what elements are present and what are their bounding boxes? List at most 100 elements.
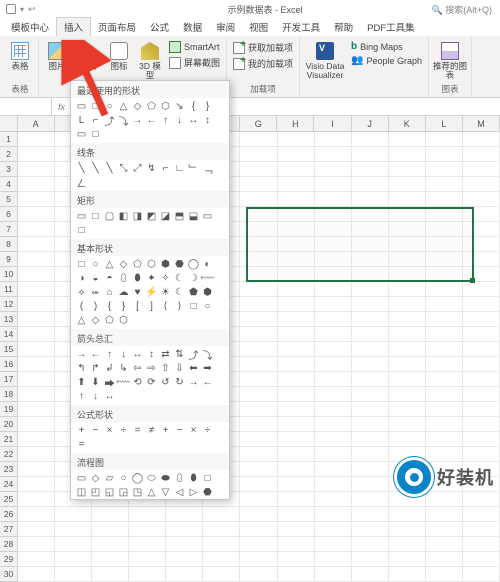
cell[interactable]: [18, 567, 55, 582]
shape-option[interactable]: ⟲: [131, 376, 144, 389]
shape-option[interactable]: ✦: [145, 272, 158, 285]
cell[interactable]: [203, 552, 240, 567]
cell[interactable]: [315, 327, 352, 342]
cell[interactable]: [463, 312, 500, 327]
cell[interactable]: [18, 297, 55, 312]
shape-option[interactable]: ◧: [117, 210, 130, 223]
shape-option[interactable]: ⇦: [131, 362, 144, 375]
shape-option[interactable]: ﹂: [187, 162, 200, 175]
search-hint[interactable]: 搜索(Alt+Q): [445, 5, 492, 15]
cell[interactable]: [315, 162, 352, 177]
shape-option[interactable]: ↑: [103, 348, 116, 361]
shape-option[interactable]: ⤡: [117, 162, 130, 175]
shape-option[interactable]: ⬭: [145, 472, 158, 485]
cell[interactable]: [278, 342, 315, 357]
shape-option[interactable]: ▱: [103, 472, 116, 485]
shape-option[interactable]: ▭: [75, 472, 88, 485]
search-icon[interactable]: 🔍: [432, 5, 443, 15]
cell[interactable]: [463, 177, 500, 192]
tab-1[interactable]: 插入: [56, 17, 91, 36]
row-header-1[interactable]: 1: [0, 132, 18, 147]
cell[interactable]: [240, 432, 277, 447]
cell[interactable]: [389, 147, 426, 162]
shape-option[interactable]: ←: [89, 348, 102, 361]
cell[interactable]: [389, 387, 426, 402]
shape-option[interactable]: ◑: [75, 272, 88, 285]
cell[interactable]: [278, 357, 315, 372]
cell[interactable]: [240, 537, 277, 552]
shape-option[interactable]: ◯: [187, 258, 200, 271]
cell[interactable]: [463, 342, 500, 357]
shape-option[interactable]: ⬯: [117, 272, 130, 285]
cell[interactable]: [426, 432, 463, 447]
cell[interactable]: [315, 342, 352, 357]
cell[interactable]: [352, 357, 389, 372]
cell[interactable]: [315, 147, 352, 162]
shape-option[interactable]: ⮕: [103, 376, 116, 389]
shape-option[interactable]: ◳: [131, 486, 144, 499]
cell[interactable]: [352, 372, 389, 387]
row-header-3[interactable]: 3: [0, 162, 18, 177]
cell[interactable]: [240, 162, 277, 177]
shape-option[interactable]: ◐: [201, 258, 214, 271]
shape-option[interactable]: ⟩: [173, 300, 186, 313]
cell[interactable]: [426, 372, 463, 387]
shape-option[interactable]: □: [75, 258, 88, 271]
row-header-9[interactable]: 9: [0, 252, 18, 267]
shape-option[interactable]: ◯: [131, 472, 144, 485]
shapes-dropdown-menu[interactable]: 最近使用的形状▭□○△◇⬠⬡↘{}L⌐⤴⤵→←↑↓↔↕▭□线条╲╲╲⤡⤢↯⌐∟﹂…: [70, 80, 230, 500]
row-header-11[interactable]: 11: [0, 282, 18, 297]
shape-option[interactable]: ↓: [173, 114, 186, 127]
cell[interactable]: [352, 297, 389, 312]
cell[interactable]: [240, 447, 277, 462]
cell[interactable]: [55, 552, 92, 567]
cell[interactable]: [278, 552, 315, 567]
cell[interactable]: [463, 297, 500, 312]
shape-option[interactable]: ▷: [187, 486, 200, 499]
row-header-23[interactable]: 23: [0, 462, 18, 477]
cell[interactable]: [240, 552, 277, 567]
cell[interactable]: [352, 402, 389, 417]
cell[interactable]: [315, 297, 352, 312]
recommended-charts-button[interactable]: 推荐的图表: [433, 40, 467, 81]
shape-option[interactable]: ↓: [89, 390, 102, 403]
cell[interactable]: [463, 372, 500, 387]
shape-option[interactable]: ▢: [103, 210, 116, 223]
shape-option[interactable]: ↓: [117, 348, 130, 361]
shape-option[interactable]: ≠: [145, 424, 158, 437]
cell[interactable]: [278, 432, 315, 447]
cell[interactable]: [18, 372, 55, 387]
cell[interactable]: [278, 192, 315, 207]
cell[interactable]: [426, 162, 463, 177]
cell[interactable]: [166, 567, 203, 582]
row-header-22[interactable]: 22: [0, 447, 18, 462]
row-header-12[interactable]: 12: [0, 297, 18, 312]
shape-option[interactable]: ⬣: [173, 258, 186, 271]
shape-option[interactable]: ↘: [173, 100, 186, 113]
cell[interactable]: [129, 552, 166, 567]
cell[interactable]: [203, 507, 240, 522]
shape-option[interactable]: −: [89, 424, 102, 437]
cell[interactable]: [352, 132, 389, 147]
cell[interactable]: [240, 387, 277, 402]
shape-option[interactable]: ○: [201, 300, 214, 313]
shape-option[interactable]: L: [75, 114, 88, 127]
cell[interactable]: [389, 522, 426, 537]
row-header-17[interactable]: 17: [0, 372, 18, 387]
shape-option[interactable]: □: [187, 300, 200, 313]
shape-option[interactable]: −: [173, 424, 186, 437]
shape-option[interactable]: ○: [117, 472, 130, 485]
qat-undo-icon[interactable]: ↩: [28, 4, 36, 15]
cell[interactable]: [426, 282, 463, 297]
cell[interactable]: [278, 417, 315, 432]
cell[interactable]: [352, 507, 389, 522]
shape-option[interactable]: ⬣: [201, 486, 214, 499]
cell[interactable]: [463, 402, 500, 417]
cell[interactable]: [315, 507, 352, 522]
pictures-button[interactable]: 图片: [43, 40, 71, 71]
shape-option[interactable]: ◁: [173, 486, 186, 499]
cell[interactable]: [18, 387, 55, 402]
cell[interactable]: [315, 402, 352, 417]
shape-option[interactable]: ◰: [89, 486, 102, 499]
cell[interactable]: [18, 162, 55, 177]
